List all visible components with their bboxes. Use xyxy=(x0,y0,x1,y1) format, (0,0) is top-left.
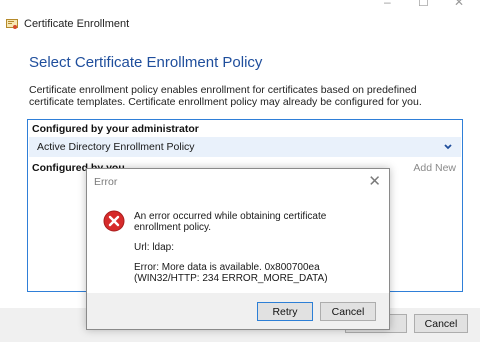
error-url: Url: ldap: xyxy=(134,242,175,253)
chevron-down-icon[interactable] xyxy=(443,142,453,152)
certificate-icon xyxy=(6,19,18,29)
close-button[interactable]: ✕ xyxy=(454,0,464,8)
policy-item-active-directory[interactable]: Active Directory Enrollment Policy xyxy=(29,137,461,157)
error-icon xyxy=(103,210,125,232)
error-message: An error occurred while obtaining certif… xyxy=(134,211,327,233)
error-details: Error: More data is available. 0x800700e… xyxy=(134,262,328,284)
add-new-link[interactable]: Add New xyxy=(413,162,456,174)
retry-button[interactable]: Retry xyxy=(257,302,313,321)
window-title: Certificate Enrollment xyxy=(24,18,130,30)
page-title: Select Certificate Enrollment Policy xyxy=(29,54,263,71)
dialog-title: Error xyxy=(94,176,118,188)
page-description: Certificate enrollment policy enables en… xyxy=(29,84,422,108)
cancel-button[interactable]: Cancel xyxy=(414,314,468,333)
admin-policy-header: Configured by your administrator xyxy=(32,123,199,135)
error-dialog: Error ✕ An error occurred while obtainin… xyxy=(86,168,390,330)
maximize-button[interactable]: ☐ xyxy=(418,0,429,8)
policy-item-label: Active Directory Enrollment Policy xyxy=(37,141,195,153)
dialog-close-button[interactable]: ✕ xyxy=(368,172,381,190)
title-bar: Certificate Enrollment xyxy=(6,16,129,32)
minimize-button[interactable]: – xyxy=(384,0,391,8)
dialog-footer: Retry Cancel xyxy=(87,293,389,329)
dialog-cancel-button[interactable]: Cancel xyxy=(320,302,376,321)
